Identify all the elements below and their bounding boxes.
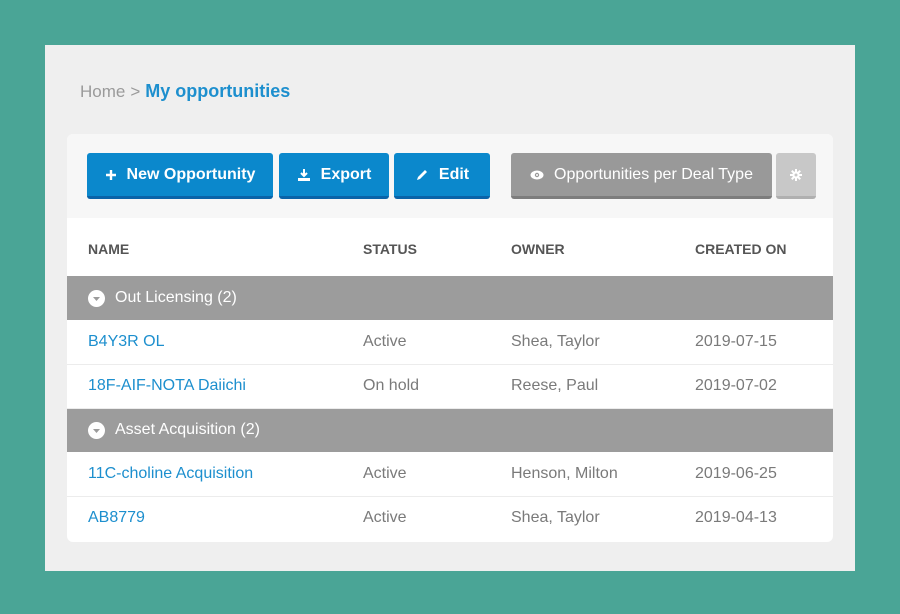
opportunity-name-link[interactable]: B4Y3R OL	[67, 320, 363, 365]
table-row[interactable]: 11C-choline Acquisition Active Henson, M…	[67, 452, 833, 497]
opportunities-per-deal-type-button[interactable]: Opportunities per Deal Type	[511, 153, 772, 199]
owner-cell: Henson, Milton	[511, 452, 695, 497]
settings-button[interactable]	[776, 153, 816, 199]
status-cell: Active	[363, 509, 407, 527]
status-cell: Active	[363, 452, 511, 497]
owner-cell: Shea, Taylor	[511, 320, 695, 365]
created-on-cell: 2019-06-25	[695, 452, 833, 497]
created-on-cell: 2019-04-13	[695, 509, 777, 527]
created-on-cell: 2019-07-02	[695, 364, 833, 409]
opportunity-name-link[interactable]: AB8779	[67, 496, 363, 540]
opportunities-card: New Opportunity Export Edit Opportunitie…	[67, 134, 833, 542]
edit-label: Edit	[438, 165, 470, 183]
eye-icon	[530, 170, 544, 180]
group-label: Asset Acquisition (2)	[115, 421, 260, 439]
page-title: My opportunities	[145, 81, 291, 101]
table-header-row: NAME STATUS OWNER CREATED ON	[67, 218, 833, 276]
new-opportunity-button[interactable]: New Opportunity	[87, 153, 273, 199]
collapse-chevron-icon[interactable]	[88, 421, 105, 439]
pencil-icon	[415, 168, 429, 182]
download-icon	[297, 168, 311, 182]
column-header-name[interactable]: NAME	[67, 218, 363, 276]
export-label: Export	[320, 165, 372, 183]
group-row-out-licensing[interactable]: Out Licensing (2)	[67, 276, 833, 320]
column-header-owner[interactable]: OWNER	[511, 218, 695, 276]
status-cell: On hold	[363, 364, 511, 409]
owner-cell: Reese, Paul	[511, 364, 695, 409]
table-row[interactable]: 18F-AIF-NOTA Daiichi On hold Reese, Paul…	[67, 364, 833, 409]
group-row-asset-acquisition[interactable]: Asset Acquisition (2)	[67, 408, 833, 452]
deal-type-label: Opportunities per Deal Type	[554, 165, 753, 183]
export-button[interactable]: Export	[279, 153, 389, 199]
column-header-created-on[interactable]: CREATED ON	[695, 218, 833, 276]
column-header-status[interactable]: STATUS	[363, 218, 511, 276]
opportunities-table: NAME STATUS OWNER CREATED ON Out Licensi…	[67, 218, 833, 540]
status-cell: Active	[363, 320, 511, 365]
edit-button[interactable]: Edit	[394, 153, 490, 199]
opportunity-name-link[interactable]: 11C-choline Acquisition	[67, 452, 363, 497]
group-label: Out Licensing (2)	[115, 289, 237, 306]
app-frame: Home > My opportunities New Opportunity …	[45, 45, 855, 571]
breadcrumb-home[interactable]: Home	[80, 82, 125, 102]
table-row[interactable]: B4Y3R OL Active Shea, Taylor 2019-07-15	[67, 320, 833, 365]
breadcrumb: Home > My opportunities	[80, 81, 290, 102]
collapse-chevron-icon[interactable]	[88, 289, 105, 307]
owner-cell: Shea, Taylor	[511, 509, 600, 527]
opportunity-name-link[interactable]: 18F-AIF-NOTA Daiichi	[67, 364, 363, 409]
new-opportunity-label: New Opportunity	[126, 165, 256, 183]
table-row[interactable]: AB8779 Active Shea, Taylor 2019-04-13	[67, 496, 833, 540]
toolbar: New Opportunity Export Edit Opportunitie…	[67, 134, 833, 218]
gear-icon	[790, 168, 802, 181]
created-on-cell: 2019-07-15	[695, 320, 833, 365]
breadcrumb-separator: >	[130, 82, 141, 101]
plus-icon	[105, 169, 117, 181]
